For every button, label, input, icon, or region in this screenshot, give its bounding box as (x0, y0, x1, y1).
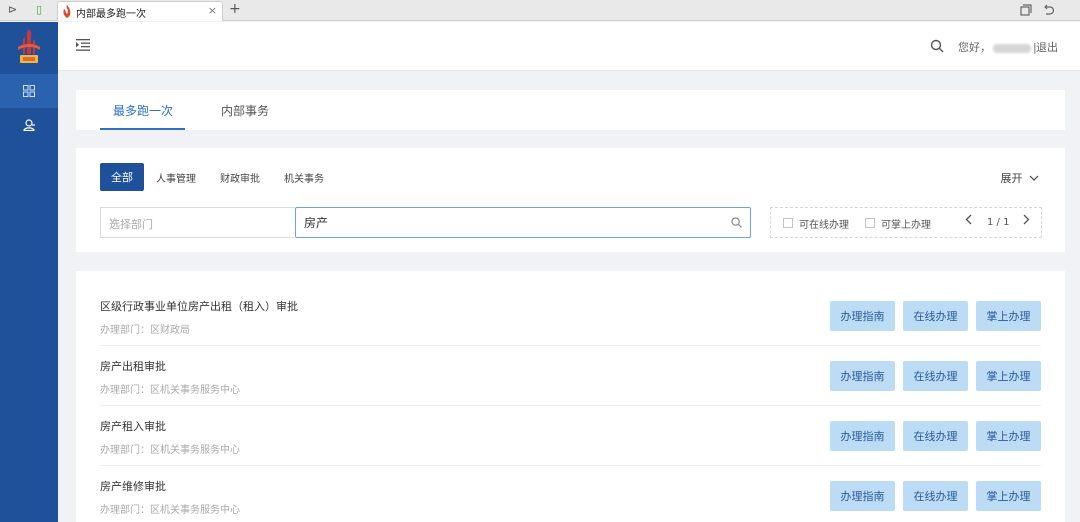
list-item: 区级行政事业单位房产出租（租入）审批 办理部门：区财政局 办理指南 在线办理 掌… (76, 271, 1065, 346)
expand-label: 展开 (1000, 172, 1023, 185)
next-page-button[interactable] (1023, 214, 1030, 229)
online-label: 可在线办理 (799, 220, 849, 231)
item-title[interactable]: 房产租入审批 (100, 418, 166, 434)
username-redacted (993, 43, 1031, 53)
online-button[interactable]: 在线办理 (903, 421, 968, 451)
category-office[interactable]: 机关事务 (284, 170, 324, 185)
logo-icon (14, 29, 44, 65)
category-all[interactable]: 全部 (100, 163, 144, 191)
tab-internal-affairs[interactable]: 内部事务 (221, 102, 269, 119)
prev-page-button[interactable] (965, 214, 972, 229)
sidebar (0, 22, 58, 522)
guide-button[interactable]: 办理指南 (830, 421, 895, 451)
tab-title: 内部最多跑一次 (76, 9, 146, 20)
search-field-icon[interactable] (731, 217, 742, 228)
list-item: 房产出租审批 办理部门：区机关事务服务中心 办理指南 在线办理 掌上办理 (76, 331, 1065, 406)
main-tabs-card: 最多跑一次 内部事务 (76, 90, 1065, 130)
department-select[interactable]: 选择部门 ∨ (100, 207, 295, 238)
mobile-button[interactable]: 掌上办理 (976, 301, 1041, 331)
chevron-down-icon (1029, 175, 1039, 181)
guide-button[interactable]: 办理指南 (830, 361, 895, 391)
category-hr[interactable]: 人事管理 (156, 170, 196, 185)
mobile-button[interactable]: 掌上办理 (976, 421, 1041, 451)
new-tab-button[interactable]: + (229, 1, 241, 17)
sidebar-item-user[interactable] (0, 108, 58, 142)
app-header: 您好， | 退出 (58, 22, 1080, 71)
online-button[interactable]: 在线办理 (903, 361, 968, 391)
sidebar-toggle-icon[interactable]: ⊳ (8, 3, 17, 16)
search-icon[interactable] (930, 39, 944, 53)
item-title[interactable]: 房产维修审批 (100, 478, 166, 494)
online-button[interactable]: 在线办理 (903, 301, 968, 331)
browser-tab[interactable]: 内部最多跑一次 × (57, 1, 223, 21)
greeting: 您好， | (958, 39, 1037, 55)
active-tab-indicator (100, 128, 185, 130)
sidebar-item-apps[interactable] (0, 74, 58, 108)
battery-icon[interactable]: ▯ (36, 3, 42, 16)
item-title[interactable]: 房产出租审批 (100, 358, 166, 374)
online-checkbox[interactable] (783, 218, 793, 228)
item-title[interactable]: 区级行政事业单位房产出租（租入）审批 (100, 298, 298, 314)
expand-toggle[interactable]: 展开 (1001, 170, 1040, 186)
filter-card: 全部 人事管理 财政审批 机关事务 展开 选择部门 ∨ 可在线办理 可掌上办理 … (76, 148, 1065, 252)
search-input[interactable] (295, 207, 751, 238)
mobile-checkbox[interactable] (865, 218, 875, 228)
undo-icon[interactable] (1042, 4, 1054, 16)
mobile-button[interactable]: 掌上办理 (976, 481, 1041, 511)
list-item: 房产维修审批 办理部门：区机关事务服务中心 办理指南 在线办理 掌上办理 (76, 451, 1065, 516)
restore-window-icon[interactable] (1020, 4, 1032, 16)
category-finance[interactable]: 财政审批 (220, 170, 260, 185)
close-icon[interactable]: × (208, 4, 217, 17)
pager-text: 1 / 1 (987, 217, 1010, 228)
list-item: 房产租入审批 办理部门：区机关事务服务中心 办理指南 在线办理 掌上办理 (76, 391, 1065, 466)
browser-right-controls (1020, 2, 1080, 18)
tab-most-one-trip[interactable]: 最多跑一次 (113, 102, 173, 119)
mobile-label: 可掌上办理 (881, 220, 931, 231)
mobile-button[interactable]: 掌上办理 (976, 361, 1041, 391)
user-icon (22, 119, 35, 131)
logout-link[interactable]: 退出 (1036, 39, 1058, 55)
guide-button[interactable]: 办理指南 (830, 481, 895, 511)
online-button[interactable]: 在线办理 (903, 481, 968, 511)
results-list: 区级行政事业单位房产出租（租入）审批 办理部门：区财政局 办理指南 在线办理 掌… (76, 271, 1065, 522)
select-chevron-icon: ∨ (109, 216, 117, 227)
guide-button[interactable]: 办理指南 (830, 301, 895, 331)
grid-icon (23, 85, 35, 97)
greeting-text: 您好， (958, 41, 991, 54)
site-favicon-icon (63, 5, 71, 18)
item-department: 办理部门：区机关事务服务中心 (100, 505, 240, 516)
menu-indent-icon[interactable] (76, 39, 90, 51)
browser-tab-bar: ⊳ ▯ 内部最多跑一次 × + (0, 0, 1080, 21)
chevron-right-icon (1023, 214, 1030, 225)
chevron-left-icon (965, 214, 972, 225)
options-box: 可在线办理 可掌上办理 1 / 1 (770, 207, 1042, 238)
